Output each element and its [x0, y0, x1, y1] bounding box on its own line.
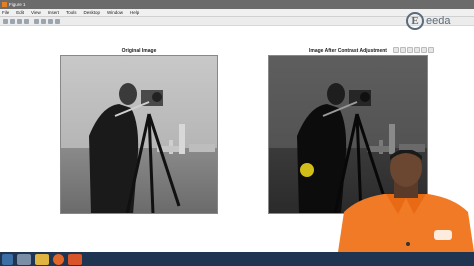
cursor-highlight: [300, 163, 314, 177]
zoom-in-icon[interactable]: [41, 19, 46, 24]
firefox-icon[interactable]: [53, 253, 64, 265]
save-icon[interactable]: [17, 19, 22, 24]
taskbar: [0, 252, 474, 266]
menu-desktop[interactable]: Desktop: [84, 9, 101, 17]
menu-view[interactable]: View: [31, 9, 41, 17]
brand-logo: E eeda: [406, 9, 466, 33]
menu-edit[interactable]: Edit: [16, 9, 24, 17]
open-file-icon[interactable]: [10, 19, 15, 24]
menu-bar: File Edit View Insert Tools Desktop Wind…: [0, 9, 474, 17]
axes-zoom-out-icon[interactable]: [421, 47, 427, 53]
brush-icon[interactable]: [400, 47, 406, 53]
figure-toolbar: [0, 17, 474, 26]
matlab-icon[interactable]: [68, 253, 82, 265]
logo-mark: E: [406, 12, 424, 30]
menu-tools[interactable]: Tools: [66, 9, 77, 17]
pointer-icon[interactable]: [34, 19, 39, 24]
presenter-video: [338, 150, 474, 252]
zoom-out-icon[interactable]: [48, 19, 53, 24]
axes-1-title: Original Image: [121, 48, 157, 54]
matlab-figure-icon: [2, 2, 7, 7]
figure-window: Figure 1 File Edit View Insert Tools Des…: [0, 0, 474, 266]
menu-file[interactable]: File: [2, 9, 9, 17]
new-figure-icon[interactable]: [3, 19, 8, 24]
print-icon[interactable]: [24, 19, 29, 24]
start-icon[interactable]: [2, 253, 13, 265]
home-icon[interactable]: [428, 47, 434, 53]
axes-toolbar: [393, 47, 434, 53]
datatip-icon[interactable]: [407, 47, 413, 53]
axes-original-image[interactable]: [60, 55, 218, 214]
export-icon[interactable]: [393, 47, 399, 53]
folder-icon[interactable]: [35, 253, 49, 265]
menu-help[interactable]: Help: [130, 9, 139, 17]
menu-insert[interactable]: Insert: [48, 9, 59, 17]
logo-text: eeda: [426, 15, 451, 27]
original-image: [61, 56, 217, 213]
file-explorer-icon[interactable]: [17, 253, 31, 265]
pan-icon[interactable]: [55, 19, 60, 24]
axes-zoom-in-icon[interactable]: [414, 47, 420, 53]
menu-window[interactable]: Window: [107, 9, 123, 17]
